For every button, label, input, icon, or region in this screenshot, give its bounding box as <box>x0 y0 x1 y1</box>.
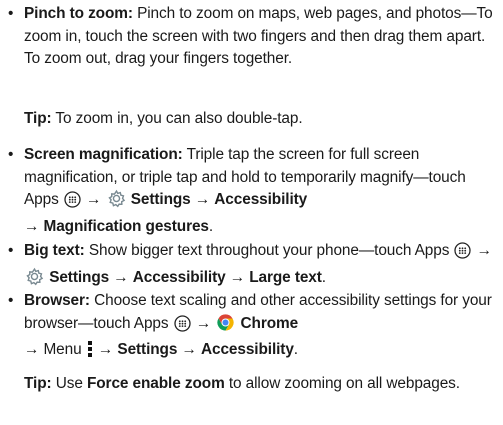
bullet-mark: • <box>8 242 14 259</box>
accessibility-label: Accessibility <box>132 268 226 286</box>
big-text-body: Show bigger text throughout your phone—t… <box>84 242 450 259</box>
arrow: → <box>190 191 215 208</box>
pinch-tip-label: Tip: <box>24 110 52 127</box>
settings-label: Settings <box>117 341 178 358</box>
big-text-title: Big text: <box>24 242 85 259</box>
browser-tip-text: to allow zooming on all webpages. <box>224 375 460 392</box>
accessibility-label: Accessibility <box>214 191 308 208</box>
arrow: → <box>191 314 216 332</box>
bullet-mark: • <box>8 146 14 163</box>
arrow: → <box>24 217 44 235</box>
arrow: → <box>472 242 492 259</box>
accessibility-zoom-page: • Pinch to zoom: Pinch to zoom on maps, … <box>0 0 503 425</box>
arrow: → <box>93 341 118 358</box>
arrow-menu: → Menu <box>24 341 86 358</box>
arrow: → <box>81 191 106 208</box>
apps-icon <box>174 314 191 340</box>
bullet-mark: • <box>8 5 14 22</box>
browser-tip-text: Use <box>51 375 87 392</box>
settings-gear-icon <box>107 189 126 216</box>
browser-tip-label: Tip: <box>24 375 52 392</box>
magnification-gestures-label: Magnification gestures <box>43 217 209 235</box>
pinch-tip: Tip: To zoom in, you can also double-tap… <box>8 108 498 131</box>
period: . <box>208 217 214 235</box>
bullet-mark: • <box>8 292 14 309</box>
apps-icon <box>454 242 472 267</box>
arrow: → <box>225 268 250 286</box>
settings-label: Settings <box>130 191 191 208</box>
force-enable-zoom-label: Force enable zoom <box>86 375 225 392</box>
large-text-label: Large text <box>249 268 322 286</box>
arrow: → <box>177 341 201 358</box>
apps-icon <box>64 191 81 216</box>
menu-dots-icon <box>87 340 93 366</box>
arrow: → <box>109 268 133 286</box>
chrome-icon <box>216 313 235 340</box>
period: . <box>321 268 326 286</box>
accessibility-label: Accessibility <box>200 341 294 358</box>
browser-tip: Tip: Use Force enable zoom to allow zoom… <box>8 373 498 396</box>
screen-magnification-bullet: • Screen magnification: Triple tap the s… <box>8 144 498 238</box>
pinch-tip-body: To zoom in, you can also double-tap. <box>51 110 303 127</box>
magnification-title: Screen magnification: <box>24 146 183 163</box>
period: . <box>293 341 298 358</box>
big-text-bullet: • Big text: Show bigger text throughout … <box>8 240 498 293</box>
pinch-title: Pinch to zoom: <box>24 5 133 22</box>
browser-title: Browser: <box>24 292 90 309</box>
pinch-to-zoom-bullet: • Pinch to zoom: Pinch to zoom on maps, … <box>8 3 498 71</box>
browser-bullet: • Browser: Choose text scaling and other… <box>8 290 498 366</box>
chrome-label: Chrome <box>240 314 299 332</box>
settings-label: Settings <box>49 268 110 286</box>
